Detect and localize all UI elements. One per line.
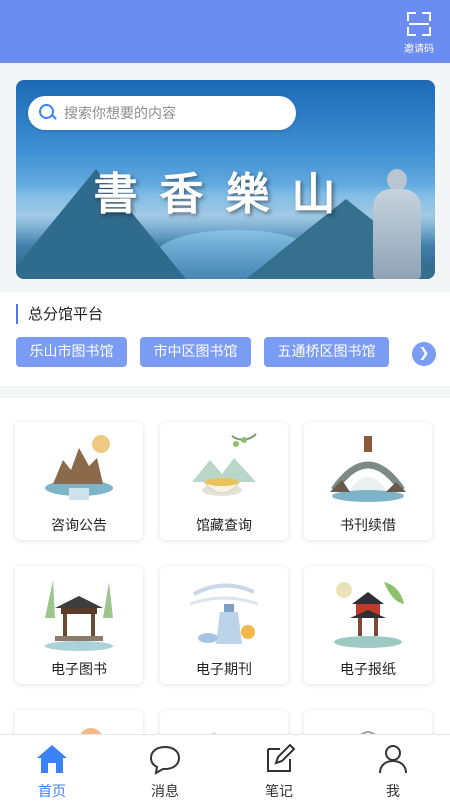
service-label: 电子期刊 [196,662,252,678]
home-icon [37,745,67,773]
tab-home[interactable]: 首页 [22,743,82,801]
service-card-partial[interactable] [160,710,288,734]
branch-chip-leshan[interactable]: 乐山市图书馆 [16,337,127,367]
branch-chip-wutongqiao[interactable]: 五通桥区图书馆 [264,337,389,367]
service-card-ebook[interactable]: 电子图书 [15,566,143,684]
search-icon [38,103,58,123]
chevron-right-icon[interactable]: ❯ [412,342,436,366]
service-card-catalog[interactable]: 馆藏查询 [160,422,288,540]
vase-icon [189,583,259,644]
chat-icon [149,745,181,775]
note-icon [267,743,296,772]
tea-cup-icon [192,433,257,496]
pagoda-icon [334,582,404,648]
service-card-renew[interactable]: 书刊续借 [304,422,432,540]
hero-banner[interactable]: 書香樂山 搜索你想要的内容 [16,80,435,279]
bottom-tab-bar: 首页 消息 笔记 我 [0,734,450,801]
top-bar: 邀请码 [0,0,450,63]
bridge-icon [330,436,406,502]
lantern-icon [360,731,376,734]
service-grid: 咨询公告 馆藏查询 书刊续借 电子图书 电子期刊 电子报纸 [0,398,450,734]
banner-calligraphy: 書香樂山 [93,169,358,220]
branch-chip-shizhong[interactable]: 市中区图书馆 [140,337,251,367]
service-label: 书刊续借 [340,518,396,534]
search-input[interactable]: 搜索你想要的内容 [28,96,296,130]
tab-me[interactable]: 我 [363,743,423,801]
service-label: 馆藏查询 [196,518,252,534]
section-title: 总分馆平台 [16,304,103,324]
landscape-icon [211,732,244,734]
search-placeholder: 搜索你想要的内容 [64,106,176,122]
branch-platform-section: 总分馆平台 乐山市图书馆 市中区图书馆 五通桥区图书馆 ❯ [0,292,450,386]
sun-icon [80,728,102,734]
service-label: 电子报纸 [340,662,396,678]
rock-garden-icon [45,435,113,500]
service-card-newspaper[interactable]: 电子报纸 [304,566,432,684]
scan-icon [407,12,431,36]
service-card-notice[interactable]: 咨询公告 [15,422,143,540]
service-label: 电子图书 [51,662,107,678]
service-label: 咨询公告 [51,518,107,534]
pavilion-icon [45,580,113,651]
service-card-journal[interactable]: 电子期刊 [160,566,288,684]
invite-code-button[interactable]: 邀请码 [396,12,442,55]
tab-notes[interactable]: 笔记 [249,743,309,801]
tab-messages[interactable]: 消息 [135,743,195,801]
service-card-partial[interactable] [304,710,432,734]
invite-code-label: 邀请码 [404,44,434,55]
service-card-partial[interactable] [15,710,143,734]
user-icon [379,745,407,774]
